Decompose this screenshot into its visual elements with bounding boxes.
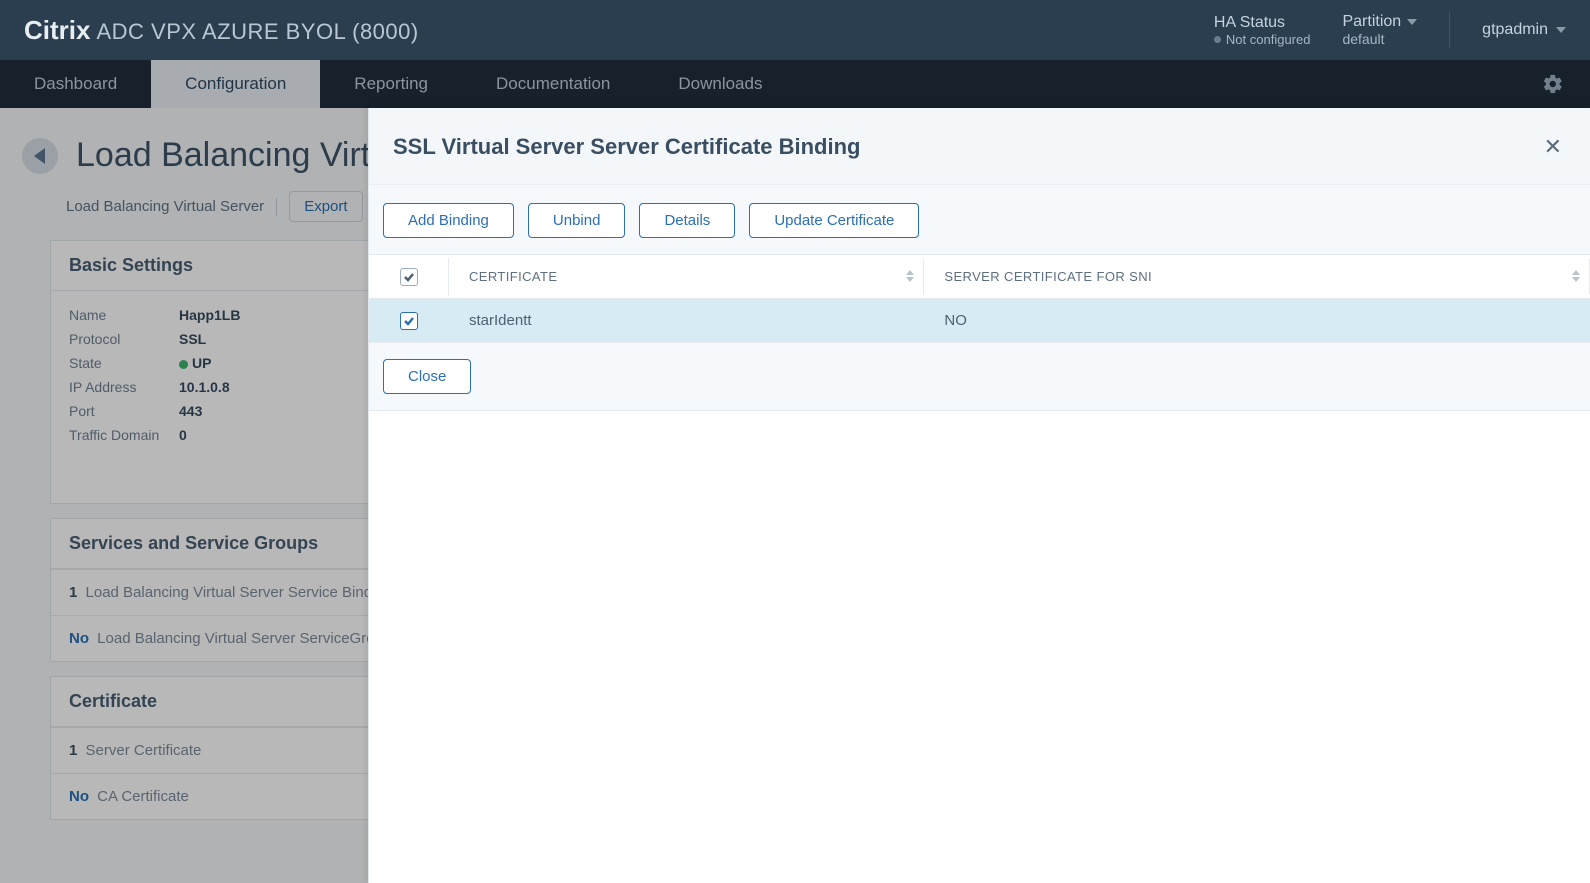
service-group-count: No: [69, 630, 89, 647]
label-port: Port: [69, 403, 179, 419]
brand-product: ADC VPX AZURE BYOL (8000): [96, 19, 418, 45]
chevron-down-icon: [1556, 27, 1566, 33]
update-certificate-button[interactable]: Update Certificate: [749, 203, 919, 238]
binding-overlay: SSL Virtual Server Server Certificate Bi…: [368, 108, 1590, 883]
ca-certificate-count: No: [69, 788, 89, 805]
sort-icon: [905, 270, 915, 284]
user-name: gtpadmin: [1482, 21, 1548, 39]
label-protocol: Protocol: [69, 331, 179, 347]
state-up-icon: [179, 360, 188, 369]
arrow-left-icon: [34, 148, 45, 164]
brand: Citrix ADC VPX AZURE BYOL (8000): [24, 15, 419, 46]
column-certificate[interactable]: CERTIFICATE: [449, 259, 924, 294]
checkmark-icon: [403, 271, 415, 283]
top-bar: Citrix ADC VPX AZURE BYOL (8000) HA Stat…: [0, 0, 1590, 60]
partition-value: default: [1342, 31, 1384, 47]
close-button[interactable]: ✕: [1540, 130, 1566, 164]
nav-configuration[interactable]: Configuration: [151, 60, 320, 108]
select-all-checkbox[interactable]: [400, 268, 418, 286]
unbind-button[interactable]: Unbind: [528, 203, 626, 238]
label-state: State: [69, 355, 179, 371]
back-button[interactable]: [22, 138, 58, 174]
user-menu[interactable]: gtpadmin: [1482, 21, 1566, 39]
nav-downloads[interactable]: Downloads: [644, 60, 796, 108]
cell-sni: NO: [924, 302, 1590, 339]
partition-selector[interactable]: Partition default: [1342, 13, 1417, 47]
table-row[interactable]: starIdentt NO: [369, 299, 1590, 343]
separator: [276, 198, 277, 216]
nav-dashboard[interactable]: Dashboard: [0, 60, 151, 108]
details-button[interactable]: Details: [639, 203, 735, 238]
bindings-table: CERTIFICATE SERVER CERTIFICATE FOR SNI: [369, 254, 1590, 343]
breadcrumb: Load Balancing Virtual Server: [66, 198, 264, 215]
ha-status-value: Not configured: [1226, 32, 1311, 47]
status-dot-icon: [1214, 36, 1221, 43]
nav-reporting[interactable]: Reporting: [320, 60, 462, 108]
service-group-label: Load Balancing Virtual Server ServiceGro…: [97, 630, 383, 647]
checkmark-icon: [403, 315, 415, 327]
close-icon: ✕: [1544, 134, 1562, 159]
ca-certificate-label: CA Certificate: [97, 788, 189, 805]
nav-documentation[interactable]: Documentation: [462, 60, 644, 108]
gear-icon: [1542, 73, 1564, 95]
ha-status-label: HA Status: [1214, 14, 1311, 32]
brand-name: Citrix: [24, 15, 90, 46]
column-sni[interactable]: SERVER CERTIFICATE FOR SNI: [924, 259, 1590, 294]
server-certificate-count: 1: [69, 742, 77, 759]
row-checkbox[interactable]: [400, 312, 418, 330]
ha-status: HA Status Not configured: [1214, 14, 1311, 47]
service-binding-count: 1: [69, 584, 77, 601]
export-button[interactable]: Export: [289, 191, 362, 222]
partition-label: Partition: [1342, 13, 1401, 31]
sort-icon: [1571, 270, 1581, 284]
server-certificate-label: Server Certificate: [86, 742, 202, 759]
label-ip: IP Address: [69, 379, 179, 395]
cell-certificate: starIdentt: [449, 302, 924, 339]
chevron-down-icon: [1407, 19, 1417, 25]
nav-bar: Dashboard Configuration Reporting Docume…: [0, 60, 1590, 108]
settings-button[interactable]: [1516, 60, 1590, 108]
separator: [1449, 11, 1450, 49]
service-binding-label: Load Balancing Virtual Server Service Bi…: [86, 584, 376, 601]
label-domain: Traffic Domain: [69, 427, 179, 443]
add-binding-button[interactable]: Add Binding: [383, 203, 514, 238]
label-name: Name: [69, 307, 179, 323]
page-title: Load Balancing Virtual: [76, 136, 416, 175]
close-overlay-button[interactable]: Close: [383, 359, 471, 394]
overlay-title: SSL Virtual Server Server Certificate Bi…: [393, 134, 860, 160]
